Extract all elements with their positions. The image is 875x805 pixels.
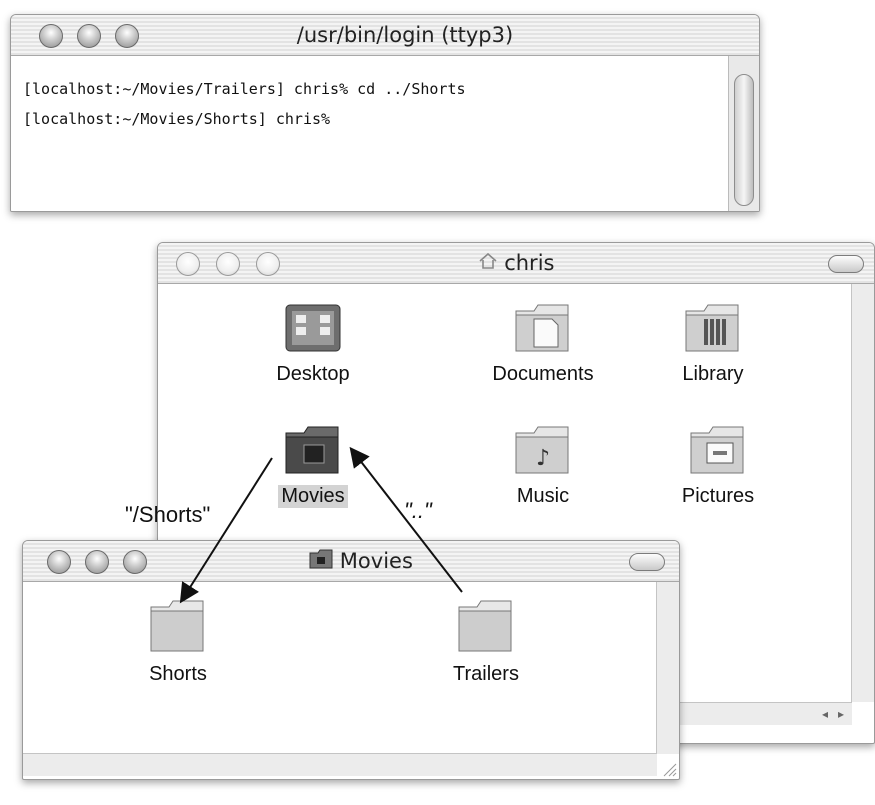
svg-text:♪: ♪ <box>536 446 550 471</box>
music-item[interactable]: ♪ Music <box>478 421 608 508</box>
documents-item[interactable]: Documents <box>468 299 618 386</box>
pictures-label: Pictures <box>681 485 755 507</box>
terminal-window: /usr/bin/login (ttyp3) [localhost:~/Movi… <box>10 14 760 212</box>
folder-icon <box>147 600 209 659</box>
resize-handle-icon[interactable] <box>661 761 677 777</box>
finder-window-movies: Movies Shorts Trailers <box>22 540 680 780</box>
terminal-titlebar[interactable]: /usr/bin/login (ttyp3) <box>11 15 759 56</box>
pictures-item[interactable]: Pictures <box>653 421 783 508</box>
scroll-right-arrow-icon[interactable]: ▸ <box>838 707 844 721</box>
movies-window-title: Movies <box>339 549 413 573</box>
music-label: Music <box>516 485 570 507</box>
folder-icon <box>455 600 517 659</box>
terminal-title: /usr/bin/login (ttyp3) <box>296 23 514 47</box>
movies-vertical-scrollbar[interactable] <box>656 582 679 754</box>
movies-label: Movies <box>278 485 348 508</box>
toolbar-toggle-button[interactable] <box>828 255 864 273</box>
movies-small-folder-icon <box>309 542 333 582</box>
home-icon <box>478 244 498 284</box>
terminal-scroll-thumb[interactable] <box>734 74 754 206</box>
toolbar-toggle-button[interactable] <box>629 553 665 571</box>
desktop-label: Desktop <box>276 363 350 385</box>
library-item[interactable]: Library <box>648 299 778 386</box>
terminal-line-1: [localhost:~/Movies/Trailers] chris% cd … <box>23 80 466 98</box>
shorts-label: Shorts <box>149 663 207 685</box>
movies-folder-icon <box>282 426 344 481</box>
chris-vertical-scrollbar[interactable] <box>851 284 874 702</box>
library-label: Library <box>682 363 744 385</box>
movies-titlebar[interactable]: Movies <box>23 541 679 582</box>
music-folder-icon: ♪ <box>512 426 574 481</box>
chris-titlebar[interactable]: chris <box>158 243 874 284</box>
shorts-item[interactable]: Shorts <box>123 593 233 686</box>
movies-item[interactable]: Movies <box>253 421 373 508</box>
trailers-label: Trailers <box>453 663 519 685</box>
pictures-folder-icon <box>687 426 749 481</box>
terminal-output[interactable]: [localhost:~/Movies/Trailers] chris% cd … <box>11 56 759 211</box>
desktop-item[interactable]: Desktop <box>243 299 383 386</box>
library-folder-icon <box>682 304 744 359</box>
terminal-line-2: [localhost:~/Movies/Shorts] chris% <box>23 110 331 128</box>
desktop-folder-icon <box>282 304 344 359</box>
movies-horizontal-scrollbar[interactable] <box>23 753 657 776</box>
documents-label: Documents <box>492 363 594 385</box>
chris-window-title: chris <box>504 251 555 275</box>
scroll-left-arrow-icon[interactable]: ◂ <box>822 707 828 721</box>
parent-path-caption: ".." <box>404 498 432 523</box>
terminal-scrollbar[interactable] <box>728 56 759 211</box>
shorts-path-caption: "/Shorts" <box>125 502 211 527</box>
trailers-item[interactable]: Trailers <box>431 593 541 686</box>
documents-folder-icon <box>512 304 574 359</box>
